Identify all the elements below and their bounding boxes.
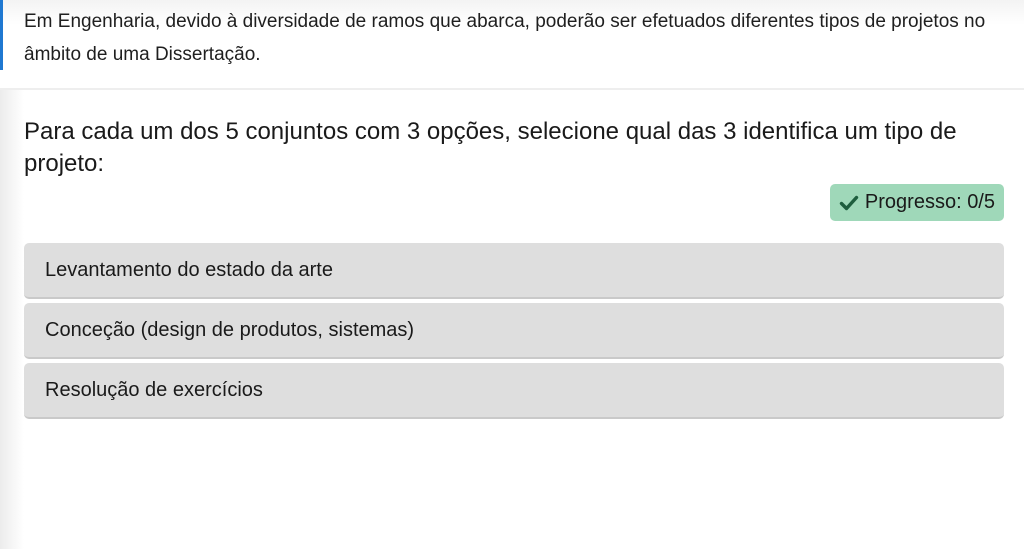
check-icon — [839, 195, 859, 210]
option-button[interactable]: Levantamento do estado da arte — [24, 243, 1004, 299]
intro-text: Em Engenharia, devido à diversidade de r… — [24, 11, 986, 65]
progress-label: Progresso: 0/5 — [864, 191, 995, 213]
intro-section: Em Engenharia, devido à diversidade de r… — [0, 0, 1024, 90]
option-label: Conceção (design de produtos, sistemas) — [45, 318, 415, 341]
option-label: Resolução de exercícios — [45, 378, 263, 401]
question-prompt: Para cada um dos 5 conjuntos com 3 opçõe… — [24, 118, 957, 177]
option-button[interactable]: Conceção (design de produtos, sistemas) — [24, 303, 1004, 359]
option-list: Levantamento do estado da arte Conceção … — [24, 243, 1004, 423]
accent-bar — [0, 0, 3, 70]
option-button[interactable]: Resolução de exercícios — [24, 363, 1004, 419]
option-label: Levantamento do estado da arte — [45, 258, 333, 281]
progress-badge: Progresso: 0/5 — [829, 184, 1004, 221]
